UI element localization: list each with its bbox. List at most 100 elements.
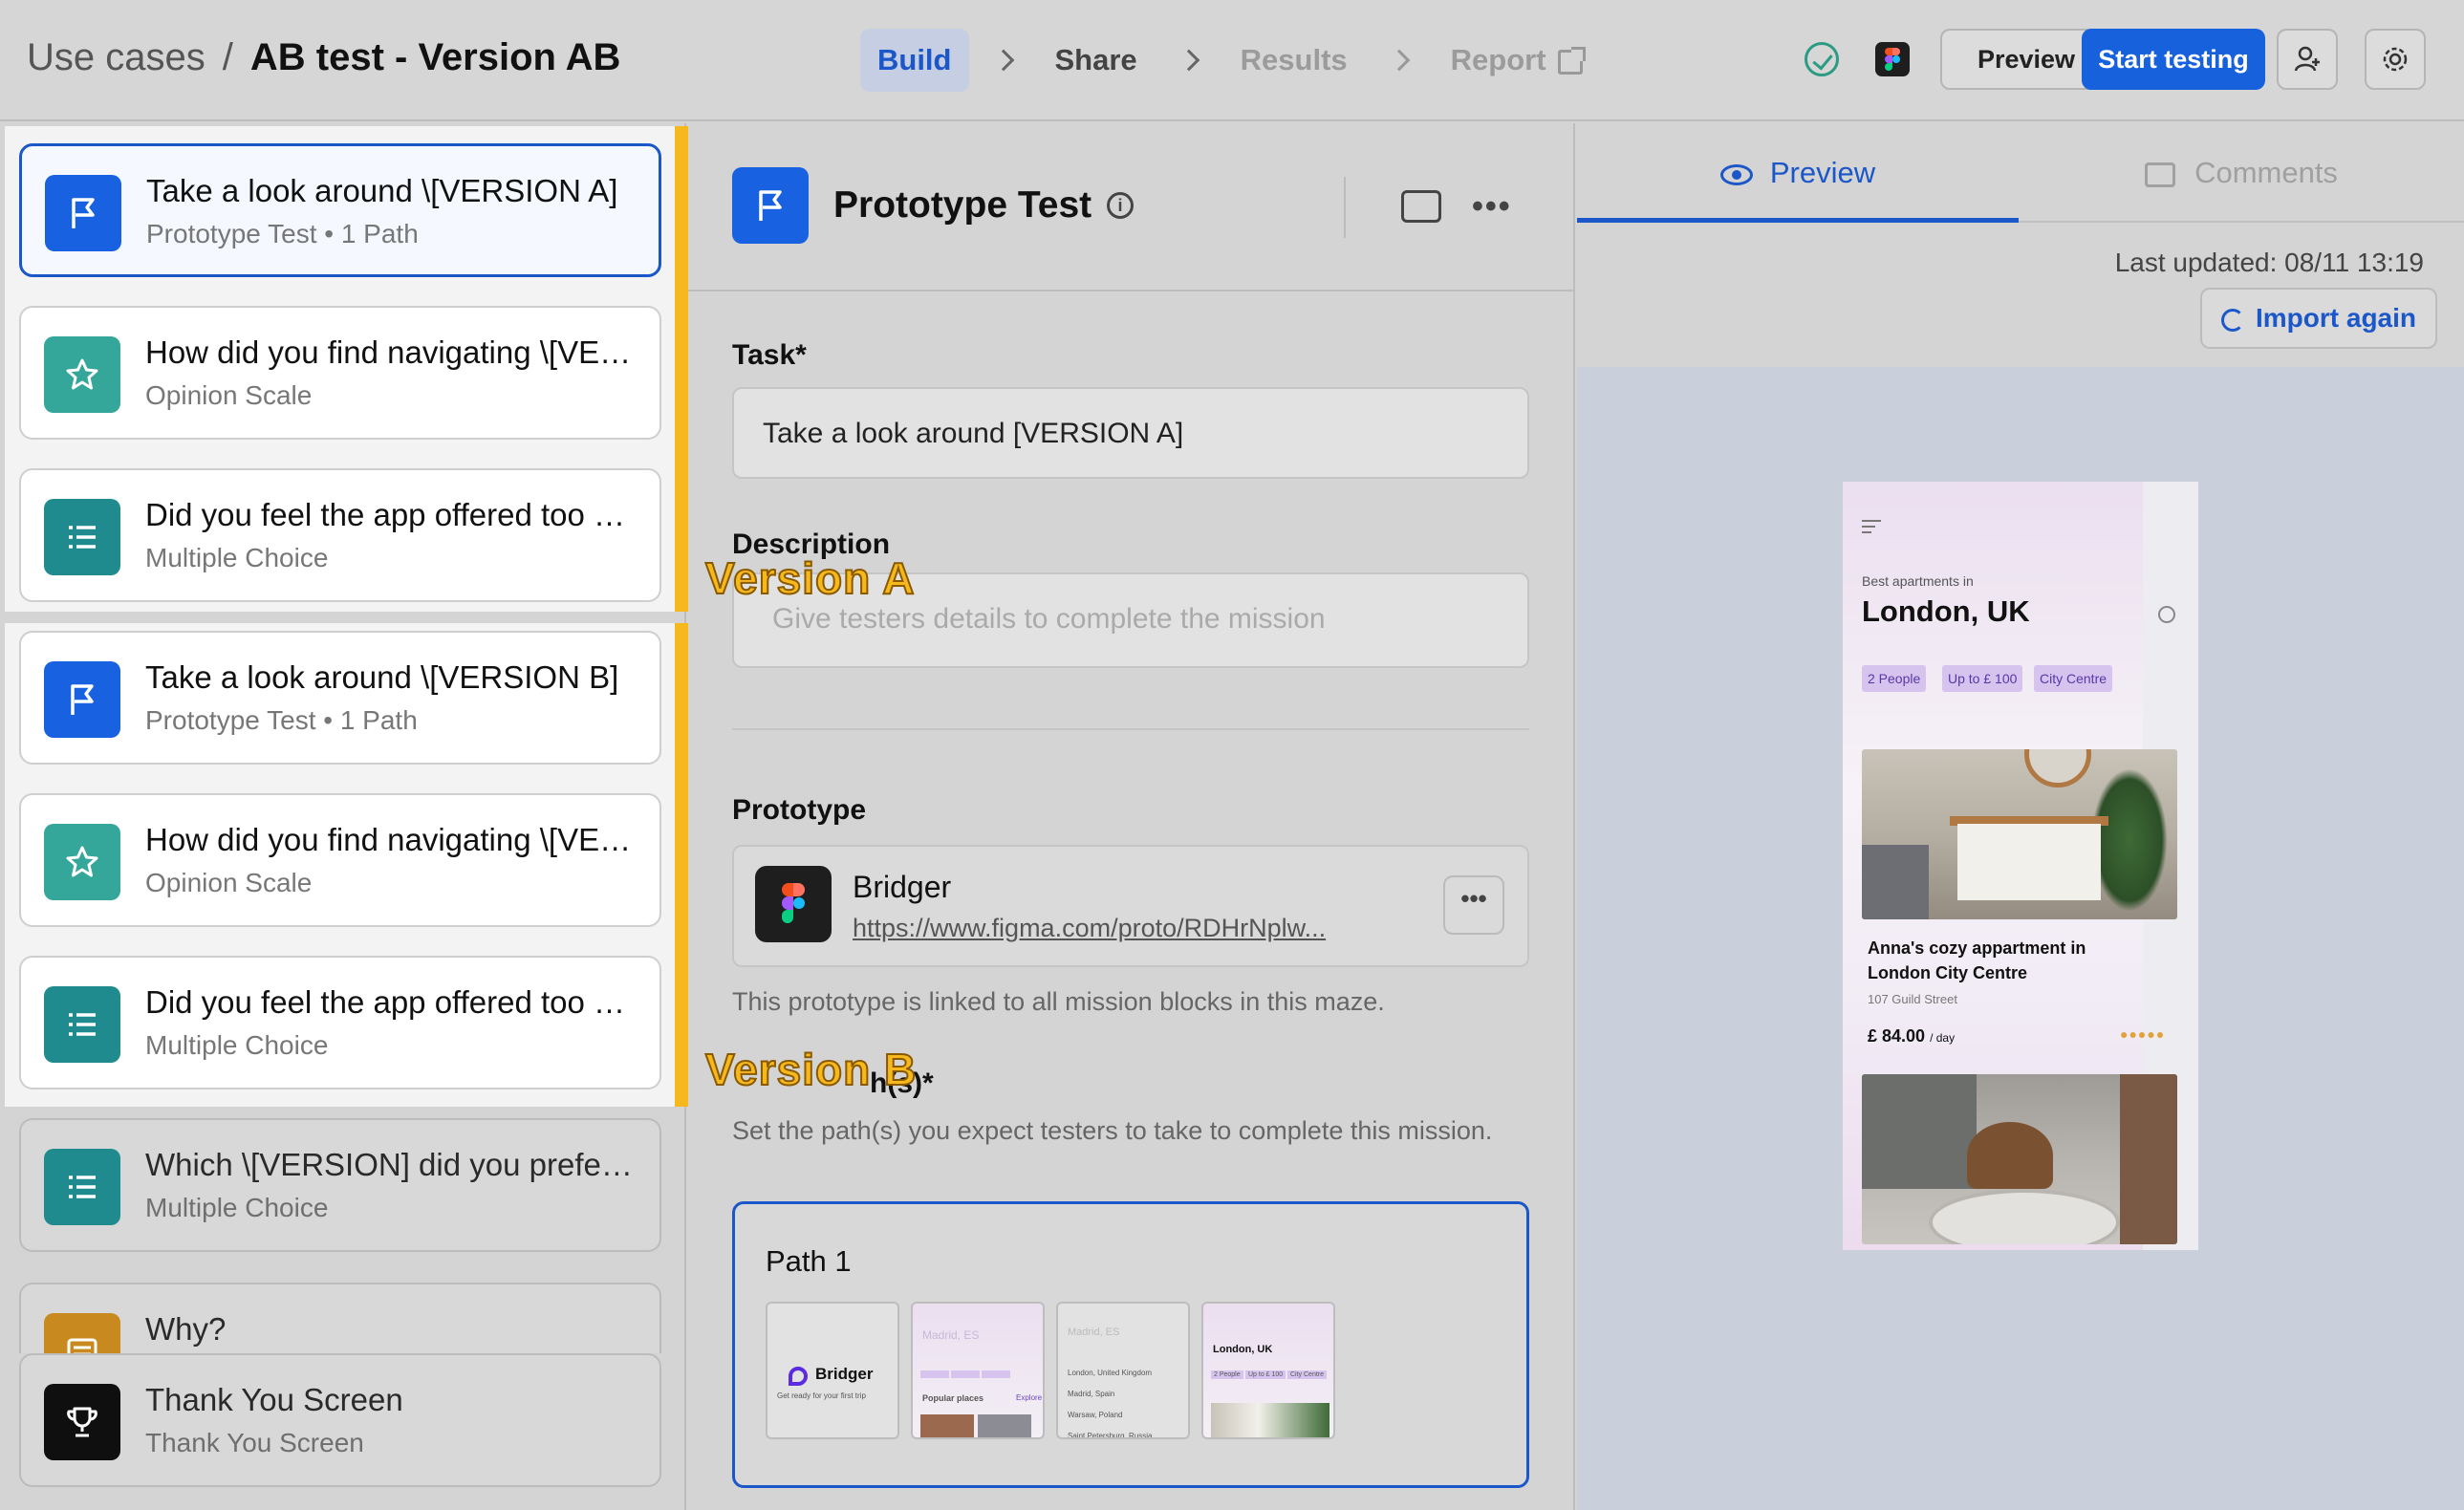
eye-icon — [1719, 163, 1753, 185]
listing-title-line2: London City Centre — [1868, 963, 2027, 982]
rating-dots: ●●●●● — [2120, 1026, 2166, 1042]
prototype-card: Bridger https://www.figma.com/proto/RDHr… — [732, 845, 1529, 967]
breadcrumb-separator: / — [222, 36, 233, 78]
price-value: £ 84.00 — [1868, 1026, 1926, 1046]
import-label: Import again — [2256, 303, 2417, 333]
start-testing-button[interactable]: Start testing — [2082, 29, 2265, 90]
thumb-action: Explore — [1016, 1393, 1043, 1402]
tab-preview[interactable]: Preview — [1577, 123, 2019, 223]
block-type: Multiple Choice — [145, 543, 329, 572]
top-bar: Use cases / AB test - Version AB Build S… — [0, 0, 2464, 121]
thumb-item: Saint Petersburg, Russia — [1068, 1432, 1153, 1439]
phone-preview[interactable]: Best apartments in London, UK 2 People U… — [1843, 482, 2198, 1250]
divider — [732, 728, 1529, 730]
block-card[interactable]: Why? — [19, 1283, 661, 1353]
block-title: How did you find navigating \[VE… — [145, 334, 632, 370]
text-icon — [44, 1313, 120, 1353]
prototype-options-button[interactable]: ••• — [1443, 875, 1504, 935]
thumb-item: Madrid, Spain — [1068, 1390, 1115, 1398]
add-user-icon — [2294, 46, 2320, 72]
trophy-icon — [44, 1384, 120, 1460]
block-card[interactable]: Take a look around \[VERSION A] Prototyp… — [19, 143, 661, 277]
prototype-name: Bridger — [853, 870, 952, 904]
block-card[interactable]: How did you find navigating \[VE… Opinio… — [19, 306, 661, 440]
path-screen-thumbnail[interactable]: Madrid, ES Popular places Explore — [911, 1302, 1045, 1439]
list-icon — [44, 499, 120, 575]
path-screen-thumbnail[interactable]: London, UK 2 People Up to £ 100 City Cen… — [1201, 1302, 1335, 1439]
block-card[interactable]: Did you feel the app offered too … Multi… — [19, 956, 661, 1089]
tab-preview-label: Preview — [1769, 156, 1876, 189]
listing-price: £ 84.00 / day — [1868, 1026, 1955, 1046]
path-screen-thumbnail[interactable]: Madrid, ES London, United Kingdom Madrid… — [1056, 1302, 1190, 1439]
external-link-icon — [1557, 46, 1586, 75]
prototype-preview-area: Best apartments in London, UK 2 People U… — [1577, 367, 2464, 1510]
block-title: Which \[VERSION] did you prefe… — [145, 1147, 633, 1182]
step-report-label: Report — [1450, 43, 1546, 76]
bridger-logo-icon — [789, 1367, 808, 1386]
block-card[interactable]: Thank You Screen Thank You Screen — [19, 1353, 661, 1487]
last-updated: Last updated: 08/11 13:19 — [2114, 248, 2424, 277]
block-type: Prototype Test • 1 Path — [146, 219, 419, 248]
import-again-button[interactable]: Import again — [2200, 288, 2438, 349]
step-results[interactable]: Results — [1223, 29, 1365, 92]
phone-subheading: Best apartments in — [1862, 573, 1974, 589]
figma-icon — [755, 866, 832, 942]
block-title: Why? — [145, 1311, 227, 1347]
thumb-chip: Up to £ 100 — [1245, 1370, 1286, 1379]
thumb-chip: City Centre — [1287, 1370, 1328, 1379]
listing-address: 107 Guild Street — [1868, 992, 1957, 1006]
apartment-photo — [1862, 749, 2177, 919]
list-icon — [44, 1149, 120, 1225]
block-card[interactable]: Which \[VERSION] did you prefe… Multiple… — [19, 1118, 661, 1252]
listing-title: Anna's cozy appartment in — [1868, 938, 2086, 958]
prototype-url[interactable]: https://www.figma.com/proto/RDHrNplw... — [853, 914, 1326, 943]
figma-icon[interactable] — [1875, 42, 1910, 76]
flag-icon — [732, 167, 809, 244]
breadcrumb: Use cases / AB test - Version AB — [27, 36, 620, 79]
breadcrumb-section[interactable]: Use cases — [27, 36, 205, 79]
path-screen-thumbnail[interactable]: Bridger Get ready for your first trip — [766, 1302, 899, 1439]
more-options-icon[interactable]: ••• — [1472, 190, 1512, 223]
thumb-chip: 2 People — [1211, 1370, 1243, 1379]
thumb-city: Madrid, ES — [1068, 1327, 1120, 1338]
star-icon — [44, 824, 120, 900]
step-share[interactable]: Share — [1038, 29, 1155, 92]
add-user-button[interactable] — [2277, 29, 2338, 90]
preview-tabs: Preview Comments — [1577, 123, 2464, 223]
tab-comments[interactable]: Comments — [2021, 123, 2462, 223]
preview-card-icon[interactable] — [1401, 190, 1441, 223]
step-report[interactable]: Report — [1434, 29, 1600, 92]
block-card[interactable]: Take a look around \[VERSION B] Prototyp… — [19, 631, 661, 765]
block-type: Multiple Choice — [145, 1030, 329, 1060]
block-title: Take a look around \[VERSION B] — [145, 659, 619, 695]
task-value: Take a look around [VERSION A] — [763, 418, 1184, 449]
divider — [1344, 177, 1346, 238]
phone-city: London, UK — [1862, 594, 2030, 628]
block-title: Thank You Screen — [145, 1382, 403, 1417]
block-card[interactable]: Did you feel the app offered too … Multi… — [19, 468, 661, 602]
thumb-item: London, United Kingdom — [1068, 1369, 1153, 1377]
star-icon — [44, 336, 120, 413]
task-input[interactable]: Take a look around [VERSION A] — [732, 387, 1529, 479]
thumb-section: Popular places — [922, 1393, 984, 1403]
block-type: Opinion Scale — [145, 380, 313, 410]
block-heading: Prototype Test — [833, 184, 1092, 226]
prototype-label: Prototype — [732, 794, 867, 826]
check-circle-icon[interactable] — [1805, 42, 1839, 76]
thumb-city: Madrid, ES — [922, 1328, 980, 1342]
page-title: AB test - Version AB — [249, 36, 621, 78]
thumb-item: Warsaw, Poland — [1068, 1411, 1123, 1419]
block-type: Prototype Test • 1 Path — [145, 705, 418, 735]
settings-button[interactable] — [2365, 29, 2426, 90]
description-placeholder: Give testers details to complete the mis… — [772, 603, 1326, 635]
preview-panel: Preview Comments Last updated: 08/11 13:… — [1577, 123, 2464, 1510]
block-card[interactable]: How did you find navigating \[VE… Opinio… — [19, 793, 661, 927]
info-icon[interactable]: i — [1107, 192, 1134, 219]
price-unit: / day — [1930, 1031, 1956, 1045]
version-b-label: Version B — [704, 1044, 918, 1095]
chevron-right-icon — [1178, 49, 1200, 72]
task-label: Task* — [732, 339, 807, 371]
prototype-note: This prototype is linked to all mission … — [732, 987, 1385, 1016]
step-build[interactable]: Build — [860, 29, 969, 92]
path-card[interactable]: Path 1 Bridger Get ready for your first … — [732, 1201, 1529, 1488]
